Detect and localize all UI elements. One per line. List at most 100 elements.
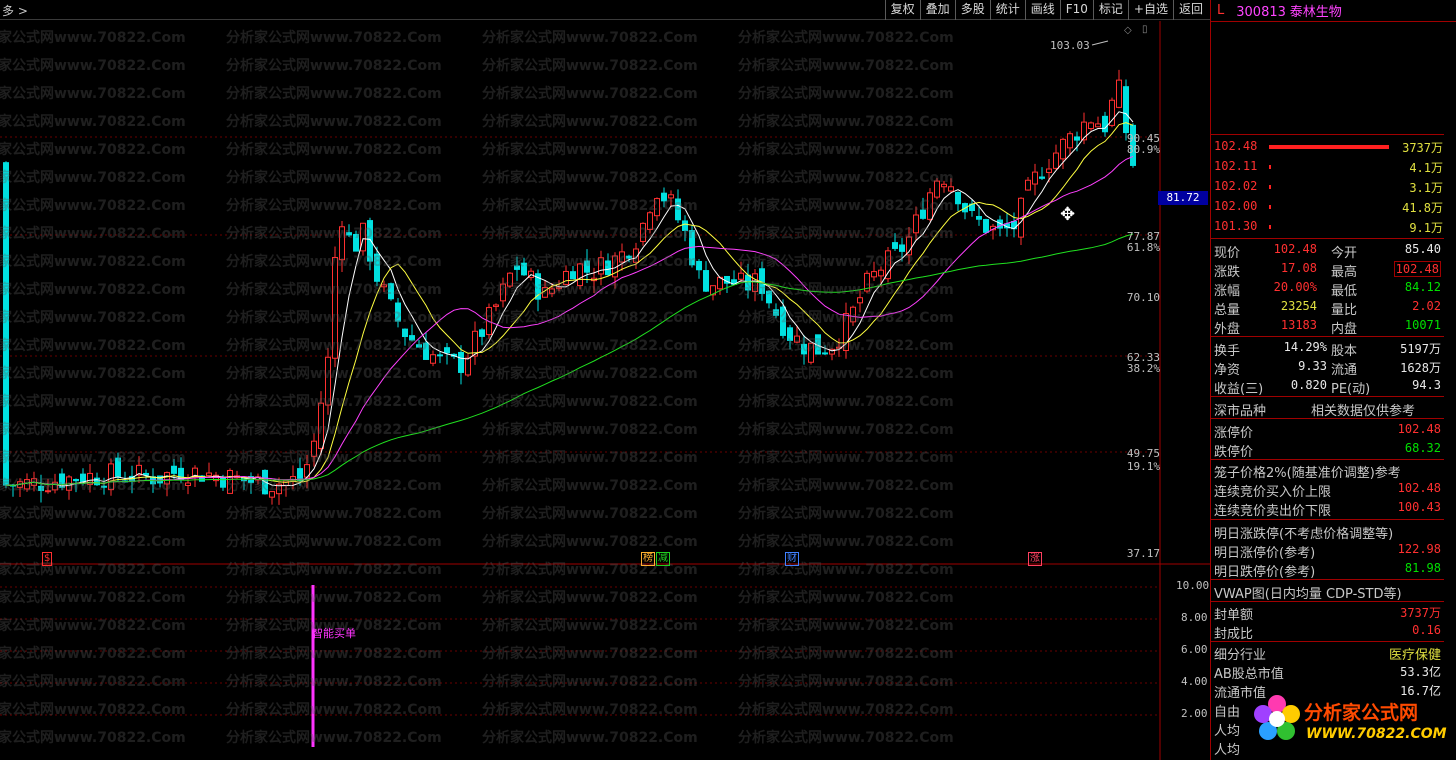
multi-stock-button[interactable]: 多股 xyxy=(954,0,990,20)
candle-body xyxy=(584,260,590,273)
candle-body xyxy=(850,306,856,323)
order-book-row[interactable]: 102.48 3737万 xyxy=(1211,136,1443,156)
candle-body xyxy=(857,297,863,304)
quote-label: 收益(三) xyxy=(1214,382,1264,397)
overlay-button[interactable]: 叠加 xyxy=(919,0,955,20)
candle-body xyxy=(402,328,408,338)
sub-tick: 6.00 xyxy=(1181,643,1208,656)
divider xyxy=(1211,519,1444,520)
quote-value: 23254 xyxy=(1280,299,1317,313)
candle-body xyxy=(297,468,303,482)
quote-value: 13183 xyxy=(1280,318,1317,332)
quote-value: 84.12 xyxy=(1404,280,1441,294)
statistics-button[interactable]: 统计 xyxy=(989,0,1025,20)
candle-body xyxy=(871,271,877,278)
market-header-row: 深市品种 相关数据仅供参考 xyxy=(1211,398,1443,419)
candle-body xyxy=(1032,171,1038,185)
quote-value: 0.16 xyxy=(1412,623,1441,637)
ma10-line xyxy=(5,122,1134,487)
candle-body xyxy=(682,220,688,232)
candle-body xyxy=(654,198,660,217)
candle-body xyxy=(955,192,961,205)
kline-chart[interactable] xyxy=(0,21,1210,760)
draw-line-button[interactable]: 画线 xyxy=(1024,0,1060,20)
kline-chart-area[interactable]: 分析家公式网www.70822.Com分析家公式网www.70822.Com分析… xyxy=(0,21,1210,760)
divider xyxy=(1211,134,1444,135)
candle-body xyxy=(206,472,212,477)
tomorrow-header-row: 明日涨跌停(不考虑价格调整等) xyxy=(1211,521,1443,542)
candle-body xyxy=(738,272,744,280)
candle-body xyxy=(346,232,352,236)
industry-row: 细分行业 医疗保健 xyxy=(1211,642,1443,663)
order-book-row[interactable]: 102.02 3.1万 xyxy=(1211,176,1443,196)
candle-body xyxy=(332,256,338,359)
candle-body xyxy=(269,491,275,498)
quote-row: 净资 9.33 流通 1628万 xyxy=(1211,357,1443,378)
candle-body xyxy=(409,335,415,341)
quote-value: 81.98 xyxy=(1404,561,1441,575)
add-watchlist-button[interactable]: +自选 xyxy=(1127,0,1173,20)
candle-body xyxy=(773,309,779,316)
vwap-header-row: VWAP图(日内均量 CDP-STD等) xyxy=(1211,581,1443,602)
fuquan-button[interactable]: 复权 xyxy=(884,0,920,20)
event-mark-dollar[interactable]: $ xyxy=(42,552,53,566)
quote-row: 涨跌 17.08 最高 102.48 xyxy=(1211,259,1443,280)
event-mark-bang[interactable]: 榜 xyxy=(641,552,655,566)
candle-body xyxy=(976,216,982,220)
candle-body xyxy=(311,440,317,457)
quote-value: 5197万 xyxy=(1400,342,1441,356)
candle-body xyxy=(514,265,520,270)
period-selector[interactable]: 多 > xyxy=(2,2,28,19)
mark-button[interactable]: 标记 xyxy=(1092,0,1128,20)
event-mark-jian[interactable]: 减 xyxy=(656,552,670,566)
candle-body xyxy=(570,271,576,280)
candle-body xyxy=(577,263,583,287)
candle-body xyxy=(780,306,786,336)
candle-body xyxy=(640,222,646,242)
smart-buy-signal-label: 智能买单 xyxy=(312,627,356,640)
market-note: 相关数据仅供参考 xyxy=(1311,404,1416,419)
candle-body xyxy=(1053,152,1059,169)
order-book-row[interactable]: 102.00 41.8万 xyxy=(1211,196,1443,216)
pct-tick: 80.9% xyxy=(1126,143,1160,156)
event-mark-zhang[interactable]: 涨 xyxy=(1028,552,1042,566)
panel-toggle-icon[interactable]: ▯ xyxy=(1142,24,1148,35)
stock-code[interactable]: 300813 xyxy=(1236,5,1286,20)
candle-body xyxy=(507,272,513,287)
candle-body xyxy=(941,183,947,188)
order-book-row[interactable]: 101.30 9.1万 xyxy=(1211,216,1443,236)
candle-body xyxy=(381,284,387,288)
divider xyxy=(1211,238,1444,239)
quote-label: PE(动) xyxy=(1331,382,1371,397)
candle-body xyxy=(493,304,499,307)
candle-body xyxy=(416,344,422,348)
candle-body xyxy=(521,262,527,276)
back-button[interactable]: 返回 xyxy=(1172,0,1208,20)
stock-name[interactable]: 泰林生物 xyxy=(1290,5,1342,20)
sub-tick: 4.00 xyxy=(1181,675,1208,688)
candle-body xyxy=(808,342,814,363)
diamond-icon[interactable]: ◇ xyxy=(1124,25,1132,36)
candle-body xyxy=(500,283,506,302)
f10-button[interactable]: F10 xyxy=(1059,0,1093,20)
candle-body xyxy=(395,302,401,322)
order-price: 102.11 xyxy=(1214,159,1258,173)
divider xyxy=(1211,579,1444,580)
event-mark-cai[interactable]: 财 xyxy=(785,552,799,566)
candle-body xyxy=(766,290,772,304)
order-volume: 3737万 xyxy=(1402,141,1443,155)
quote-value: 102.48 xyxy=(1273,242,1317,256)
quote-row: 现价 102.48 今开 85.40 xyxy=(1211,240,1443,261)
order-book-row[interactable]: 102.11 4.1万 xyxy=(1211,156,1443,176)
candle-body xyxy=(185,482,191,486)
vwap-row: 封单额 3737万 xyxy=(1211,602,1443,623)
vwap-title: VWAP图(日内均量 CDP-STD等) xyxy=(1214,587,1402,602)
candle-body xyxy=(794,335,800,343)
quote-label: 内盘 xyxy=(1331,322,1358,337)
divider xyxy=(1211,336,1444,337)
candle-body xyxy=(703,270,709,292)
candle-body xyxy=(801,343,807,355)
high-arrow xyxy=(1091,40,1109,46)
candle-body xyxy=(164,472,170,485)
candle-body xyxy=(822,352,828,355)
